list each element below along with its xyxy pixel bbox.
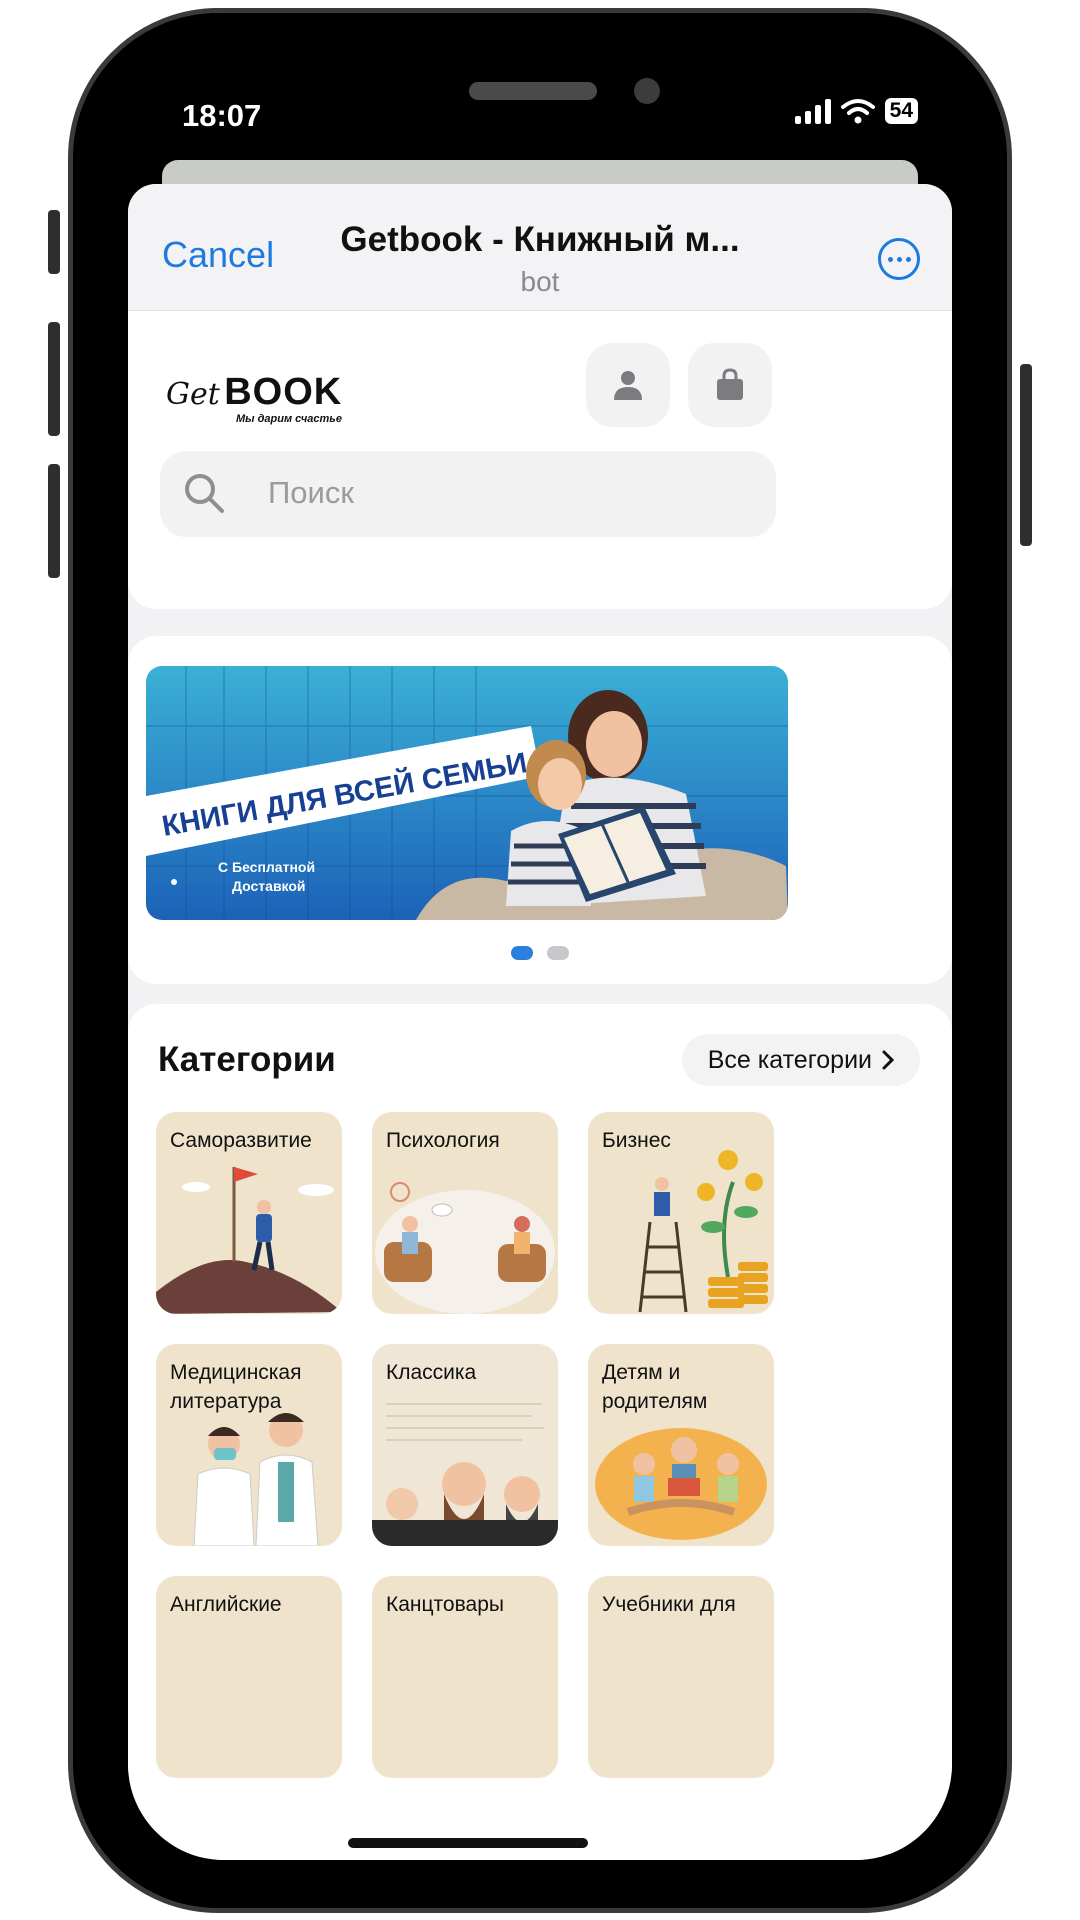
search-icon bbox=[185, 474, 224, 513]
status-time: 18:07 bbox=[182, 98, 262, 133]
phone-screen: 18:07 54 Cancel Getbook - Книжный м... b… bbox=[128, 60, 952, 1860]
logo-book: BOOK bbox=[224, 371, 343, 413]
category-tile-english[interactable]: Английские bbox=[156, 1576, 342, 1778]
side-button bbox=[48, 322, 60, 436]
webview-sheet: Cancel Getbook - Книжный м... bot Get BO… bbox=[128, 184, 952, 1860]
banner-illustration: КНИГИ ДЛЯ ВСЕЙ СЕМЬИ С Бесплатной Достав… bbox=[146, 666, 788, 920]
categories-section: Категории Все категории Саморазвитие Пси… bbox=[128, 1004, 952, 1860]
search-bar[interactable]: Поиск bbox=[160, 451, 776, 537]
wifi-icon bbox=[840, 99, 875, 124]
status-icons: 54 bbox=[794, 98, 918, 124]
notch bbox=[306, 60, 776, 130]
category-label: Детям и родителям bbox=[602, 1361, 708, 1413]
category-label: Английские bbox=[170, 1593, 282, 1616]
page-title: Getbook - Книжный м... bbox=[340, 220, 740, 259]
webview-header: Cancel Getbook - Книжный м... bot bbox=[128, 184, 952, 311]
logo-get: Get bbox=[166, 377, 220, 412]
more-icon[interactable] bbox=[878, 238, 920, 280]
logo[interactable]: Get BOOK Мы дарим счастье bbox=[166, 371, 343, 425]
category-label: Классика bbox=[386, 1361, 477, 1384]
search-input[interactable]: Поиск bbox=[268, 475, 354, 511]
carousel-dot-1[interactable] bbox=[511, 946, 533, 960]
category-label: Саморазвитие bbox=[170, 1129, 312, 1152]
page-subtitle: bot bbox=[520, 266, 560, 297]
category-tile-medicine[interactable]: Медицинская литература bbox=[156, 1344, 342, 1546]
side-button bbox=[1020, 364, 1032, 546]
side-button bbox=[48, 464, 60, 578]
cart-icon bbox=[717, 368, 743, 400]
category-label: Канцтовары bbox=[386, 1593, 504, 1616]
categories-title: Категории bbox=[158, 1040, 336, 1079]
category-tile-business[interactable]: Бизнес bbox=[588, 1112, 774, 1314]
category-tile-textbooks[interactable]: Учебники для bbox=[588, 1576, 774, 1778]
category-label: Бизнес bbox=[602, 1129, 671, 1152]
logo-tagline: Мы дарим счастье bbox=[236, 413, 342, 425]
chevron-right-icon bbox=[882, 1050, 894, 1070]
top-card: Get BOOK Мы дарим счастье Поиск bbox=[128, 311, 952, 609]
signal-icon bbox=[794, 98, 831, 124]
speaker bbox=[469, 82, 597, 100]
carousel-dots[interactable] bbox=[128, 946, 952, 960]
category-label: Психология bbox=[386, 1129, 500, 1152]
camera bbox=[634, 78, 660, 104]
category-tile-stationery[interactable]: Канцтовары bbox=[372, 1576, 558, 1778]
category-tile-self-development[interactable]: Саморазвитие bbox=[156, 1112, 342, 1314]
all-categories-label: Все категории bbox=[707, 1045, 872, 1074]
battery-level: 54 bbox=[884, 98, 918, 124]
user-icon bbox=[614, 371, 642, 400]
home-indicator[interactable] bbox=[348, 1838, 588, 1848]
side-button bbox=[48, 210, 60, 274]
banner-card: КНИГИ ДЛЯ ВСЕЙ СЕМЬИ С Бесплатной Достав… bbox=[128, 636, 952, 984]
category-tile-kids[interactable]: Детям и родителям bbox=[588, 1344, 774, 1546]
promo-banner[interactable]: КНИГИ ДЛЯ ВСЕЙ СЕМЬИ С Бесплатной Достав… bbox=[146, 666, 788, 920]
category-tile-psychology[interactable]: Психология bbox=[372, 1112, 558, 1314]
cart-button[interactable] bbox=[688, 343, 772, 427]
carousel-dot-2[interactable] bbox=[547, 946, 569, 960]
banner-line1: С Бесплатной bbox=[218, 859, 315, 875]
profile-button[interactable] bbox=[586, 343, 670, 427]
category-tile-classics[interactable]: Классика bbox=[372, 1344, 558, 1546]
category-label: Учебники для bbox=[602, 1593, 736, 1616]
category-label: Медицинская литература bbox=[170, 1361, 302, 1413]
all-categories-button[interactable]: Все категории bbox=[681, 1034, 920, 1086]
banner-line2: Доставкой bbox=[232, 878, 306, 894]
